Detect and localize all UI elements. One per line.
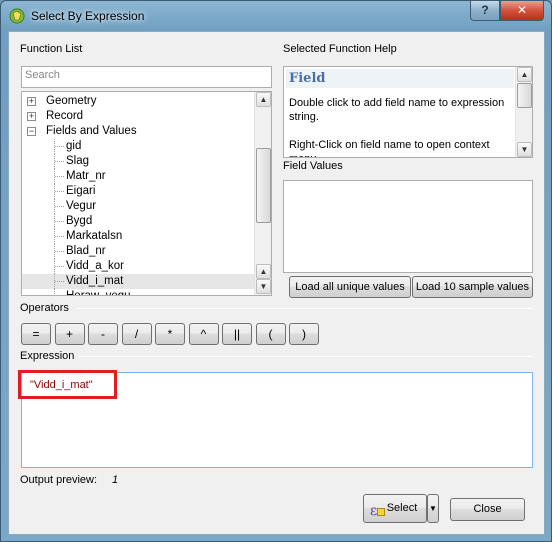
tree-item-label: Matr_nr: [66, 170, 106, 182]
tree-field-item[interactable]: Eigari: [22, 184, 254, 199]
select-by-expression-dialog: Select By Expression ? ✕ Function List S…: [0, 0, 552, 542]
tree-branch-line: [55, 281, 64, 282]
search-input[interactable]: Search: [21, 66, 272, 88]
tree-item-label: Bygd: [66, 215, 93, 227]
output-preview-label: Output preview:: [20, 474, 98, 486]
tree-field-item[interactable]: Vegur: [22, 199, 254, 214]
title-bar[interactable]: Select By Expression ? ✕: [1, 1, 551, 31]
close-button[interactable]: Close: [450, 498, 525, 521]
tree-branch-line: [55, 221, 64, 222]
tree-item-label: Vidd_i_mat: [66, 275, 124, 287]
tree-branch-line: [55, 176, 64, 177]
function-tree[interactable]: + Geometry + Record − Fields and Values gid Sla…: [21, 91, 272, 296]
select-dropdown-button[interactable]: ▼: [427, 494, 439, 523]
expression-divider: [79, 356, 533, 357]
operator-button[interactable]: /: [121, 323, 152, 345]
function-list-label: Function List: [20, 43, 83, 55]
dialog-body: Function List Search + Geometry + Record − Fi…: [8, 31, 545, 535]
tree-branch-line: [54, 289, 55, 295]
expand-icon[interactable]: +: [27, 97, 36, 106]
tree-field-item[interactable]: Matr_nr: [22, 169, 254, 184]
help-text-2: Right-Click on field name to open contex…: [289, 139, 490, 157]
tree-item-label: Vidd_a_kor: [66, 260, 124, 272]
tree-field-item[interactable]: Blad_nr: [22, 244, 254, 259]
scroll-down-icon[interactable]: ▼: [256, 279, 271, 294]
tree-branch-line: [55, 206, 64, 207]
tree-field-item[interactable]: Slag: [22, 154, 254, 169]
tree-group-item[interactable]: + Geometry: [22, 94, 254, 109]
field-values-list[interactable]: [283, 180, 533, 273]
tree-item-label: Vegur: [66, 200, 97, 212]
operator-button[interactable]: -: [88, 323, 118, 345]
help-text-1: Double click to add field name to expres…: [289, 97, 505, 123]
tree-field-item[interactable]: Markatalsn: [22, 229, 254, 244]
select-label: Select: [386, 502, 418, 514]
help-title: Field: [286, 69, 514, 88]
tree-item-label: Record: [46, 110, 84, 122]
tree-item-label: gid: [66, 140, 82, 152]
tree-branch-line: [55, 191, 64, 192]
operator-button[interactable]: (: [255, 323, 286, 345]
operator-button[interactable]: *: [155, 323, 185, 345]
output-preview-value: 1: [112, 474, 119, 486]
tree-group-item[interactable]: + Record: [22, 109, 254, 124]
expand-icon[interactable]: +: [27, 112, 36, 121]
load-sample-values-button[interactable]: Load 10 sample values: [412, 276, 533, 298]
scroll-thumb[interactable]: [517, 83, 532, 108]
operators-divider: [76, 308, 533, 309]
scroll-up-icon[interactable]: ▲: [256, 264, 271, 279]
operator-button[interactable]: ||: [222, 323, 252, 345]
selection-icon: [377, 508, 385, 516]
tree-item-label: Blad_nr: [66, 245, 106, 257]
operator-button[interactable]: ): [289, 323, 319, 345]
scroll-up-icon[interactable]: ▲: [256, 92, 271, 107]
expression-label: Expression: [20, 350, 75, 362]
scroll-thumb[interactable]: [256, 148, 271, 223]
operator-button[interactable]: +: [54, 323, 85, 345]
help-scrollbar[interactable]: ▲ ▼: [515, 67, 532, 157]
scroll-up-icon[interactable]: ▲: [517, 67, 532, 82]
select-button[interactable]: ε Select: [363, 494, 427, 523]
window-title: Select By Expression: [31, 9, 145, 23]
tree-item-label: Heraw_vegu: [66, 290, 131, 296]
function-help-label: Selected Function Help: [283, 43, 397, 55]
tree-item-label: Fields and Values: [46, 125, 137, 137]
search-placeholder: Search: [25, 69, 60, 81]
help-button[interactable]: ?: [470, 1, 500, 21]
load-all-unique-values-button[interactable]: Load all unique values: [289, 276, 411, 298]
tree-item-label: Markatalsn: [66, 230, 123, 242]
tree-field-item[interactable]: Heraw_vegu: [22, 289, 254, 296]
tree-scrollbar[interactable]: ▲ ▲ ▼: [254, 92, 271, 295]
operator-button[interactable]: =: [21, 323, 51, 345]
tree-field-item[interactable]: gid: [22, 139, 254, 154]
tree-item-label: Eigari: [66, 185, 96, 197]
window-close-button[interactable]: ✕: [500, 1, 544, 21]
function-help-panel: Field Double click to add field name to …: [283, 66, 533, 158]
operator-button[interactable]: ^: [188, 323, 219, 345]
tree-item-label: Geometry: [46, 95, 97, 107]
tree-branch-line: [55, 161, 64, 162]
qgis-icon: [9, 8, 25, 24]
field-values-label: Field Values: [283, 160, 343, 172]
tree-branch-line: [55, 251, 64, 252]
collapse-icon[interactable]: −: [27, 127, 36, 136]
tree-field-item[interactable]: Bygd: [22, 214, 254, 229]
scroll-down-icon[interactable]: ▼: [517, 142, 532, 157]
tree-field-item[interactable]: Vidd_i_mat: [22, 274, 254, 289]
tree-branch-line: [55, 146, 64, 147]
highlight-box: [18, 370, 117, 399]
tree-branch-line: [55, 236, 64, 237]
tree-item-label: Slag: [66, 155, 90, 167]
tree-field-item[interactable]: Vidd_a_kor: [22, 259, 254, 274]
tree-branch-line: [55, 266, 64, 267]
operators-label: Operators: [20, 302, 69, 314]
tree-group-item[interactable]: − Fields and Values: [22, 124, 254, 139]
